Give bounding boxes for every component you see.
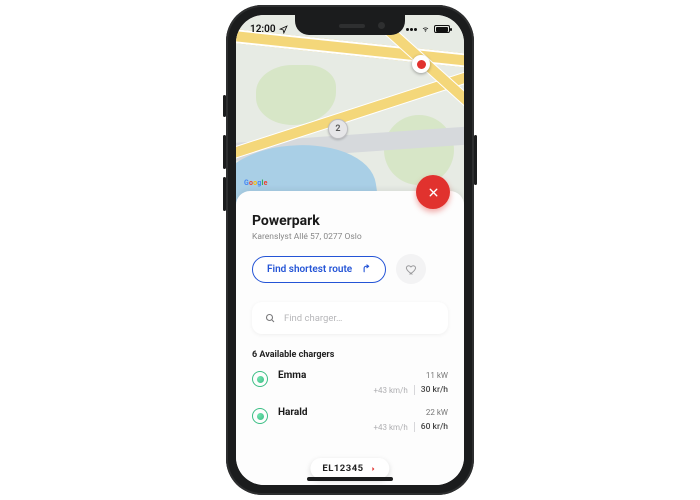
- charger-status-icon: [252, 371, 268, 387]
- close-icon: [427, 186, 440, 199]
- favorite-button[interactable]: [396, 254, 426, 284]
- phone-frame: 12:00 2 Google: [226, 5, 474, 495]
- route-arrow-icon: [360, 264, 371, 275]
- close-button[interactable]: [416, 175, 450, 209]
- charger-item[interactable]: Emma 11 kW +43 km/h 30 kr/h: [252, 370, 448, 395]
- charger-list: Emma 11 kW +43 km/h 30 kr/h Harald 22 kW: [252, 370, 448, 432]
- charger-power: 22 kW: [426, 408, 448, 417]
- location-title: Powerpark: [252, 213, 448, 229]
- find-route-button[interactable]: Find shortest route: [252, 256, 386, 283]
- charger-price: 60 kr/h: [421, 422, 448, 432]
- divider: [414, 385, 415, 395]
- charger-item[interactable]: Harald 22 kW +43 km/h 60 kr/h: [252, 407, 448, 432]
- available-chargers-label: 6 Available chargers: [252, 350, 448, 360]
- map-attribution: Google: [244, 179, 268, 187]
- charger-speed: +43 km/h: [373, 386, 407, 395]
- charger-name: Emma: [278, 370, 418, 381]
- location-address: Karenslyst Allé 57, 0277 Oslo: [252, 232, 448, 242]
- divider: [414, 422, 415, 432]
- charger-speed: +43 km/h: [373, 423, 407, 432]
- route-button-label: Find shortest route: [267, 264, 352, 275]
- charger-price: 30 kr/h: [421, 385, 448, 395]
- battery-icon: [434, 25, 450, 33]
- notch: [295, 15, 405, 35]
- map-cluster-marker[interactable]: 2: [328, 119, 348, 139]
- search-input[interactable]: [284, 313, 436, 324]
- plate-text: EL12345: [322, 463, 363, 474]
- screen: 12:00 2 Google: [236, 15, 464, 485]
- status-time: 12:00: [250, 24, 276, 35]
- home-indicator: [307, 477, 393, 481]
- charger-status-icon: [252, 408, 268, 424]
- more-icon: [406, 28, 417, 31]
- details-panel: Powerpark Karenslyst Allé 57, 0277 Oslo …: [236, 191, 464, 485]
- chevron-right-icon: [370, 465, 378, 473]
- charger-power: 11 kW: [426, 371, 448, 380]
- side-button: [223, 135, 226, 169]
- side-button: [474, 135, 477, 185]
- map-location-marker[interactable]: [412, 55, 430, 73]
- heart-icon: [405, 263, 418, 276]
- cluster-count: 2: [335, 124, 340, 134]
- charger-name: Harald: [278, 407, 418, 418]
- side-button: [223, 177, 226, 211]
- wifi-icon: [420, 25, 431, 33]
- search-charger[interactable]: [252, 302, 448, 334]
- location-services-icon: [279, 25, 288, 34]
- search-icon: [264, 312, 276, 324]
- side-button: [223, 95, 226, 117]
- license-plate-pill[interactable]: EL12345: [310, 458, 389, 479]
